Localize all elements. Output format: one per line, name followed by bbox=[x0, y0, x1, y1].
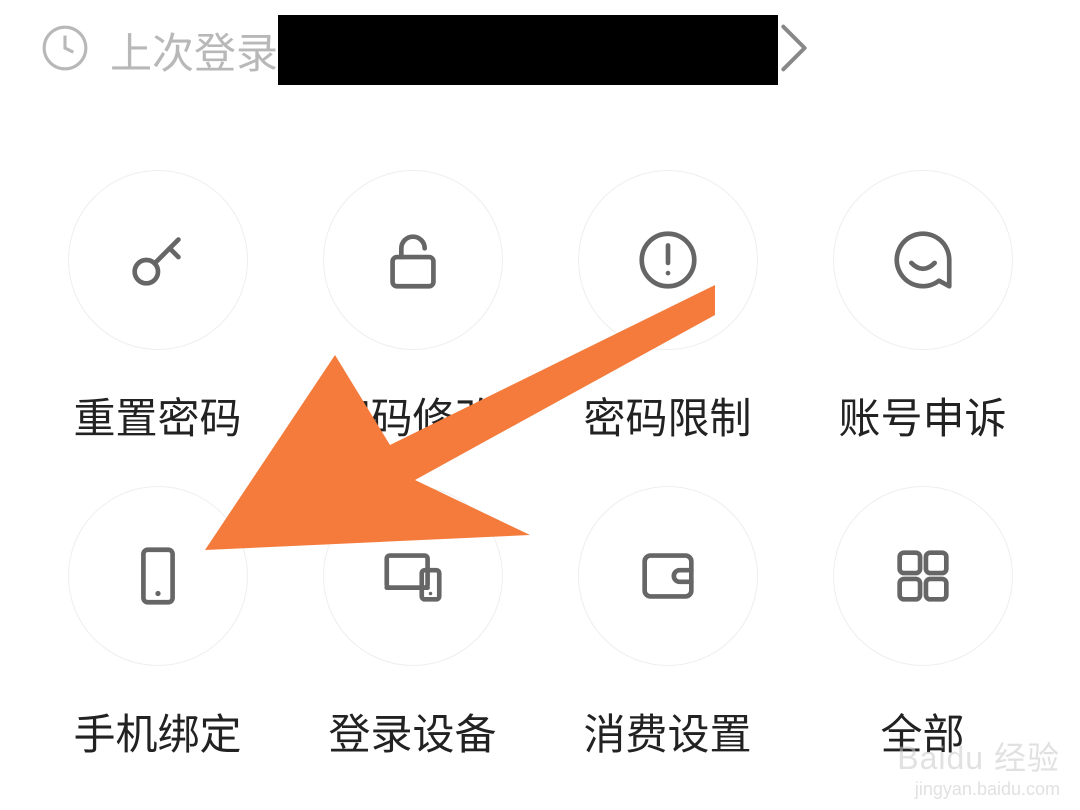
phone-icon bbox=[68, 486, 248, 666]
change-password-item[interactable]: 密码修改 bbox=[295, 170, 530, 446]
alert-circle-icon bbox=[578, 170, 758, 350]
watermark-main: Baidu 经验 bbox=[897, 733, 1060, 779]
watermark-sub: jingyan.baidu.com bbox=[897, 779, 1060, 800]
spending-settings-item[interactable]: 消费设置 bbox=[550, 486, 785, 762]
function-grid: 重置密码 密码修改 密码限制 账号申诉 bbox=[0, 100, 1080, 762]
chat-smile-icon bbox=[833, 170, 1013, 350]
item-label: 密码修改 bbox=[328, 385, 496, 446]
watermark: Baidu 经验 jingyan.baidu.com bbox=[897, 733, 1060, 800]
item-label: 重置密码 bbox=[73, 385, 241, 446]
redacted-block bbox=[278, 15, 778, 85]
item-label: 登录设备 bbox=[328, 701, 496, 762]
devices-icon bbox=[323, 486, 503, 666]
last-login-row[interactable]: 上次登录 bbox=[0, 0, 1080, 100]
item-label: 手机绑定 bbox=[73, 701, 241, 762]
password-restriction-item[interactable]: 密码限制 bbox=[550, 170, 785, 446]
key-icon bbox=[68, 170, 248, 350]
login-devices-item[interactable]: 登录设备 bbox=[295, 486, 530, 762]
phone-binding-item[interactable]: 手机绑定 bbox=[40, 486, 275, 762]
grid-icon bbox=[833, 486, 1013, 666]
all-item[interactable]: 全部 bbox=[805, 486, 1040, 762]
reset-password-item[interactable]: 重置密码 bbox=[40, 170, 275, 446]
item-label: 消费设置 bbox=[583, 701, 751, 762]
wallet-icon bbox=[578, 486, 758, 666]
clock-icon bbox=[40, 23, 110, 78]
item-label: 密码限制 bbox=[583, 385, 751, 446]
lock-icon bbox=[323, 170, 503, 350]
account-appeal-item[interactable]: 账号申诉 bbox=[805, 170, 1040, 446]
chevron-right-icon bbox=[778, 21, 810, 80]
item-label: 账号申诉 bbox=[838, 385, 1006, 446]
last-login-label: 上次登录 bbox=[110, 20, 278, 81]
